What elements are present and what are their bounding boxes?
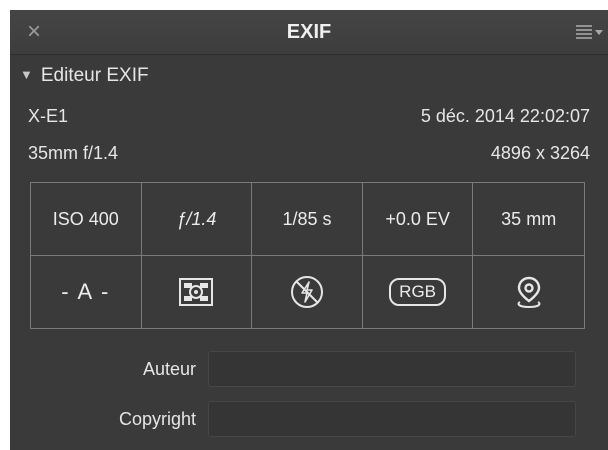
title-bar: EXIF × <box>10 10 608 55</box>
panel-title: EXIF <box>286 21 332 43</box>
section-header-exif-editor[interactable]: ▼ Editeur EXIF <box>20 62 149 88</box>
info-row-camera: X-E1 5 déc. 2014 22:02:07 <box>28 103 590 129</box>
author-label: Auteur <box>142 359 196 379</box>
aperture-value: ƒ/1.4 <box>141 183 253 256</box>
color-space: RGB <box>363 256 474 328</box>
shutter-speed-value: 1/85 s <box>252 183 363 256</box>
menu-icon[interactable] <box>574 20 606 44</box>
close-icon[interactable]: × <box>22 20 46 44</box>
copyright-field[interactable] <box>208 401 576 437</box>
copyright-label: Copyright <box>118 409 196 429</box>
image-dimensions: 4896 x 3264 <box>490 143 590 163</box>
color-space-badge: RGB <box>389 278 447 306</box>
disclosure-triangle-icon[interactable]: ▼ <box>20 62 33 88</box>
info-row-lens: 35mm f/1.4 4896 x 3264 <box>28 140 590 166</box>
metering-icon <box>142 256 253 328</box>
location-pin-icon[interactable] <box>473 256 584 328</box>
camera-model: X-E1 <box>28 106 69 126</box>
lens-info: 35mm f/1.4 <box>28 143 119 163</box>
exposure-compensation-value: +0.0 EV <box>362 183 474 256</box>
exif-summary-grid: ISO 400 ƒ/1.4 1/85 s +0.0 EV 35 mm - A - <box>30 182 585 329</box>
flash-off-icon <box>252 256 363 328</box>
author-field[interactable] <box>208 351 576 387</box>
section-label: Editeur EXIF <box>40 65 149 86</box>
exposure-mode: - A - <box>31 256 142 328</box>
aperture-text: ƒ/1.4 <box>176 208 217 229</box>
iso-value: ISO 400 <box>31 183 142 256</box>
exposure-mode-text: - A - <box>61 279 111 304</box>
focal-length-value: 35 mm <box>473 183 584 256</box>
exif-panel: EXIF × ▼ Editeur EXIF X-E1 5 déc. 2014 22… <box>10 10 608 450</box>
capture-datetime: 5 déc. 2014 22:02:07 <box>420 106 590 126</box>
